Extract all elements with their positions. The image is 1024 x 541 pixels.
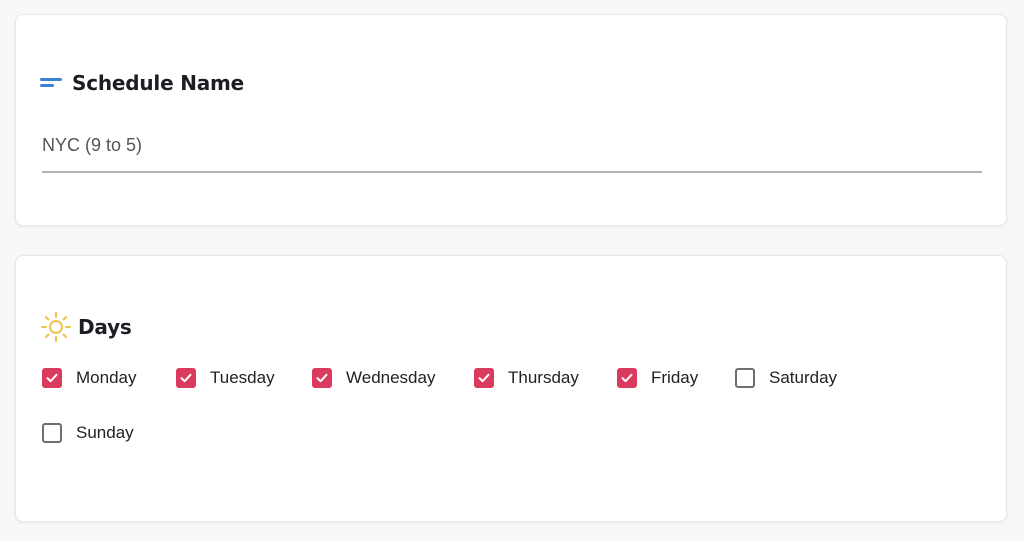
checkmark-icon — [46, 373, 58, 383]
day-label: Saturday — [769, 368, 838, 387]
checkmark-icon — [180, 373, 192, 383]
schedule-name-card: Schedule Name — [15, 14, 1007, 226]
checkmark-icon — [478, 373, 490, 383]
checkmark-icon — [316, 373, 328, 383]
checkbox-checked-icon[interactable] — [176, 368, 196, 388]
day-label: Wednesday — [346, 368, 436, 387]
day-label: Thursday — [508, 368, 579, 387]
checkbox-checked-icon[interactable] — [474, 368, 494, 388]
checkbox-unchecked-icon[interactable] — [735, 368, 755, 388]
day-checkbox-wednesday[interactable]: Wednesday — [312, 368, 435, 388]
checkbox-unchecked-icon[interactable] — [42, 423, 62, 443]
checkbox-checked-icon[interactable] — [42, 368, 62, 388]
schedule-name-field[interactable] — [42, 129, 982, 173]
sun-icon — [41, 312, 71, 342]
checkbox-checked-icon[interactable] — [617, 368, 637, 388]
day-checkbox-saturday[interactable]: Saturday — [735, 368, 837, 388]
checkmark-icon — [621, 373, 633, 383]
day-label: Monday — [76, 368, 137, 387]
day-checkbox-monday[interactable]: Monday — [42, 368, 136, 388]
checkbox-checked-icon[interactable] — [312, 368, 332, 388]
day-checkbox-tuesday[interactable]: Tuesday — [176, 368, 275, 388]
days-heading: Days — [40, 311, 132, 343]
day-label: Friday — [651, 368, 699, 387]
days-card: Days Monday Tuesday Wednesday Thursday Frida… — [15, 255, 1007, 522]
day-checkbox-thursday[interactable]: Thursday — [474, 368, 579, 388]
day-label: Sunday — [76, 423, 134, 442]
schedule-name-heading: Schedule Name — [40, 71, 244, 95]
days-title: Days — [78, 315, 132, 339]
schedule-name-input[interactable] — [42, 129, 982, 156]
day-label: Tuesday — [210, 368, 275, 387]
day-checkbox-sunday[interactable]: Sunday — [42, 423, 134, 443]
day-checkbox-friday[interactable]: Friday — [617, 368, 698, 388]
lines-icon — [40, 77, 64, 89]
schedule-name-title: Schedule Name — [72, 71, 245, 95]
